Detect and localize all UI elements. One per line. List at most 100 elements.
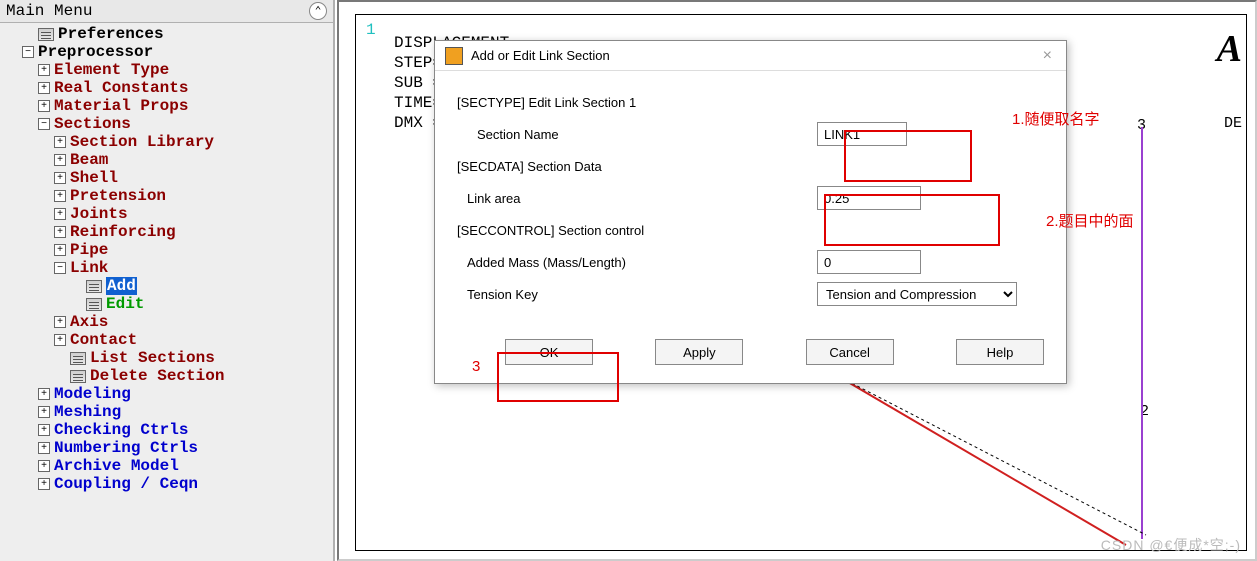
tree-item[interactable]: +Contact: [0, 331, 333, 349]
tension-key-label: Tension Key: [457, 287, 817, 302]
tree-item-label: Beam: [70, 151, 108, 169]
collapse-icon[interactable]: −: [22, 46, 34, 58]
tree-item[interactable]: +Material Props: [0, 97, 333, 115]
link-section-dialog: Add or Edit Link Section × [SECTYPE] Edi…: [434, 40, 1067, 384]
expand-icon[interactable]: +: [54, 316, 66, 328]
tree-item[interactable]: +Numbering Ctrls: [0, 439, 333, 457]
ansys-icon: [445, 47, 463, 65]
tree-item[interactable]: Edit: [0, 295, 333, 313]
seccontrol-label: [SECCONTROL] Section control: [457, 223, 817, 238]
tree-item[interactable]: + Joints: [0, 205, 333, 223]
tree-item[interactable]: −Preprocessor: [0, 43, 333, 61]
tree-item[interactable]: + Pipe: [0, 241, 333, 259]
tree-item[interactable]: List Sections: [0, 349, 333, 367]
added-mass-input[interactable]: [817, 250, 921, 274]
dialog-titlebar[interactable]: Add or Edit Link Section ×: [435, 41, 1066, 71]
tree-item[interactable]: + Real Constants: [0, 79, 333, 97]
expand-icon[interactable]: +: [38, 478, 50, 490]
expand-icon[interactable]: +: [38, 460, 50, 472]
tree-item-label: Preferences: [58, 25, 164, 43]
tree-item[interactable]: +Axis: [0, 313, 333, 331]
tree-item-label: Link: [70, 259, 108, 277]
dialog-buttons: OK Apply Cancel Help: [435, 331, 1066, 383]
collapse-icon[interactable]: ⌃: [309, 2, 327, 20]
tree-item-label: Joints: [70, 205, 128, 223]
collapse-icon[interactable]: −: [38, 118, 50, 130]
tree[interactable]: Preferences−Preprocessor+Element Type+Re…: [0, 23, 333, 495]
ok-button[interactable]: OK: [505, 339, 593, 365]
expand-icon[interactable]: +: [38, 406, 50, 418]
page-icon: [70, 370, 86, 383]
tree-item-label: Real Constants: [54, 79, 188, 97]
dialog-body: [SECTYPE] Edit Link Section 1 Section Na…: [435, 71, 1066, 331]
expand-icon[interactable]: +: [38, 82, 50, 94]
expand-icon[interactable]: +: [38, 442, 50, 454]
page-icon: [38, 28, 54, 41]
tree-item[interactable]: + Beam: [0, 151, 333, 169]
tree-item-label: Pipe: [70, 241, 108, 259]
expand-icon[interactable]: +: [54, 208, 66, 220]
tree-item-label: Modeling: [54, 385, 131, 403]
expand-icon[interactable]: +: [54, 172, 66, 184]
tree-item-label: Checking Ctrls: [54, 421, 188, 439]
tree-item[interactable]: + Coupling / Ceqn: [0, 475, 333, 493]
main-menu-title: Main Menu: [6, 2, 92, 20]
tree-item[interactable]: −Link: [0, 259, 333, 277]
link-area-input[interactable]: [817, 186, 921, 210]
main-menu-panel: Main Menu ⌃ Preferences−Preprocessor+Ele…: [0, 0, 335, 561]
tree-item[interactable]: + Meshing: [0, 403, 333, 421]
close-icon[interactable]: ×: [1039, 47, 1056, 65]
tree-item-label: Sections: [54, 115, 131, 133]
tree-item[interactable]: + Pretension: [0, 187, 333, 205]
tension-key-select[interactable]: Tension and Compression: [817, 282, 1017, 306]
tree-item-label: Delete Section: [90, 367, 224, 385]
tree-item-label: Meshing: [54, 403, 121, 421]
expand-icon[interactable]: +: [54, 226, 66, 238]
expand-icon[interactable]: +: [54, 154, 66, 166]
tree-item[interactable]: + Element Type: [0, 61, 333, 79]
collapse-icon[interactable]: −: [54, 262, 66, 274]
tree-item-label: Preprocessor: [38, 43, 153, 61]
tree-item[interactable]: Add: [0, 277, 333, 295]
tree-item[interactable]: Delete Section: [0, 367, 333, 385]
expand-icon[interactable]: +: [38, 388, 50, 400]
cancel-button[interactable]: Cancel: [806, 339, 894, 365]
tree-item-label: Add: [106, 277, 137, 295]
expand-icon[interactable]: +: [54, 334, 66, 346]
tree-item[interactable]: + Modeling: [0, 385, 333, 403]
section-name-label: Section Name: [457, 127, 817, 142]
viewport-number: 1: [366, 21, 376, 39]
expand-icon[interactable]: +: [54, 244, 66, 256]
sectype-label: [SECTYPE] Edit Link Section 1: [457, 95, 817, 110]
tree-item-label: List Sections: [90, 349, 215, 367]
tree-item[interactable]: +Reinforcing: [0, 223, 333, 241]
link-area-label: Link area: [457, 191, 817, 206]
expand-icon[interactable]: +: [38, 424, 50, 436]
tree-item[interactable]: + Checking Ctrls: [0, 421, 333, 439]
tree-item[interactable]: + Archive Model: [0, 457, 333, 475]
tree-item-label: Edit: [106, 295, 144, 313]
logo-a: A: [1217, 27, 1242, 71]
tree-item[interactable]: + Section Library: [0, 133, 333, 151]
tree-item-label: Element Type: [54, 61, 169, 79]
tree-item[interactable]: + Shell: [0, 169, 333, 187]
added-mass-label: Added Mass (Mass/Length): [457, 255, 817, 270]
tree-item-label: Coupling / Ceqn: [54, 475, 198, 493]
tree-item-label: Section Library: [70, 133, 214, 151]
tree-item-label: Archive Model: [54, 457, 179, 475]
apply-button[interactable]: Apply: [655, 339, 743, 365]
expand-icon[interactable]: +: [54, 190, 66, 202]
watermark: CSDN @€便成*空;-): [1101, 535, 1241, 555]
tree-item-label: Pretension: [70, 187, 166, 205]
tree-item[interactable]: Preferences: [0, 25, 333, 43]
expand-icon[interactable]: +: [38, 100, 50, 112]
expand-icon[interactable]: +: [54, 136, 66, 148]
tree-item-label: Shell: [70, 169, 118, 187]
purple-edge: [1141, 127, 1143, 539]
section-name-input[interactable]: [817, 122, 907, 146]
expand-icon[interactable]: +: [38, 64, 50, 76]
dialog-title-text: Add or Edit Link Section: [471, 48, 610, 63]
page-icon: [86, 280, 102, 293]
tree-item[interactable]: −Sections: [0, 115, 333, 133]
help-button[interactable]: Help: [956, 339, 1044, 365]
